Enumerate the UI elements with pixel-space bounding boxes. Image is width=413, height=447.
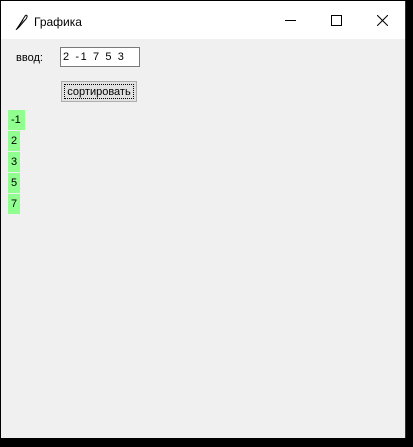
close-button[interactable] [359, 1, 405, 39]
minimize-icon [284, 19, 296, 21]
result-item: -1 [8, 110, 25, 130]
maximize-button[interactable] [313, 1, 359, 39]
window-title: Графика [34, 15, 82, 29]
maximize-icon [330, 14, 342, 26]
numbers-input[interactable]: 2 -1 7 5 3 [60, 47, 140, 67]
sort-button[interactable]: сортировать [61, 81, 137, 102]
result-item: 3 [8, 152, 20, 172]
result-item: 7 [8, 194, 20, 214]
title-bar[interactable]: Графика [1, 1, 405, 39]
feather-icon [15, 14, 28, 30]
client-area: ввод: 2 -1 7 5 3 сортировать -1 2 3 5 7 [1, 39, 405, 438]
sort-button-label: сортировать [67, 85, 131, 98]
input-label: ввод: [16, 52, 43, 64]
app-window: Графика ввод: 2 -1 7 5 3 сортировать -1 … [1, 1, 406, 438]
result-item: 5 [8, 173, 20, 193]
close-icon [376, 14, 388, 26]
result-item: 2 [8, 131, 20, 151]
minimize-button[interactable] [267, 1, 313, 39]
